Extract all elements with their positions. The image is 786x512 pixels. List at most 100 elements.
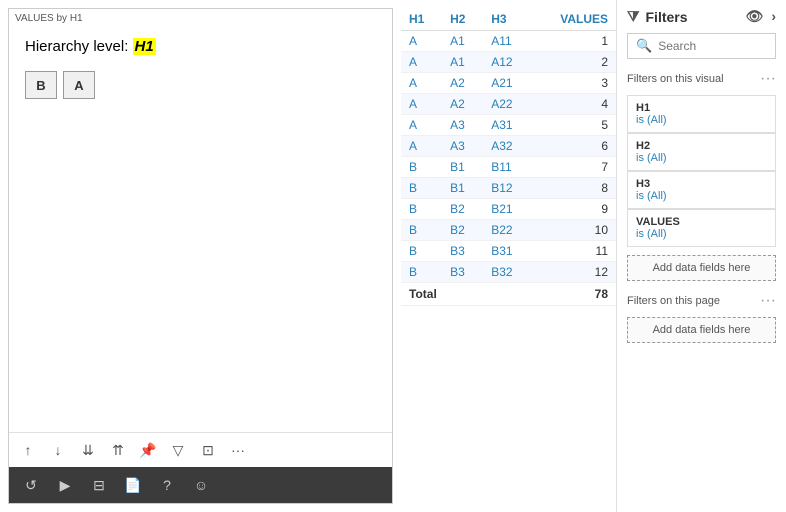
hierarchy-label: Hierarchy level: H1 [25, 38, 376, 55]
visual-content: Hierarchy level: H1 B A [9, 28, 392, 432]
visual-panel: VALUES by H1 Hierarchy level: H1 B A ↑ ↓… [8, 8, 393, 504]
toolbar-expand-icon[interactable]: ⊡ [197, 439, 219, 461]
cell-h2: B3 [442, 241, 483, 262]
dark-table-icon[interactable]: ⊟ [87, 473, 111, 497]
dark-bar: ↺ ▶ ⊟ 📄 ? ☺ [9, 467, 392, 503]
cell-val: 11 [532, 241, 616, 262]
search-input[interactable] [658, 39, 767, 53]
filter-card-title: H2 [636, 140, 767, 152]
cell-h3: B22 [483, 220, 532, 241]
filter-card-subtitle: is (All) [636, 114, 767, 126]
col-values: VALUES [532, 8, 616, 31]
table-row: B B2 B22 10 [401, 220, 616, 241]
filter-card[interactable]: H3 is (All) [627, 171, 776, 209]
cell-h1: A [401, 52, 442, 73]
cell-h1: A [401, 73, 442, 94]
cell-val: 6 [532, 136, 616, 157]
cell-h1: A [401, 94, 442, 115]
search-icon: 🔍 [636, 38, 652, 54]
cell-val: 3 [532, 73, 616, 94]
cell-h3: A22 [483, 94, 532, 115]
toolbar-double-down-icon[interactable]: ⇊ [77, 439, 99, 461]
cell-val: 9 [532, 199, 616, 220]
cell-h2: B3 [442, 262, 483, 283]
table-row: B B3 B31 11 [401, 241, 616, 262]
filters-on-page-label: Filters on this page ··· [627, 293, 776, 309]
toolbar-double-up-icon[interactable]: ⇈ [107, 439, 129, 461]
cell-h3: B32 [483, 262, 532, 283]
cell-val: 7 [532, 157, 616, 178]
button-b[interactable]: B [25, 71, 57, 99]
cell-val: 8 [532, 178, 616, 199]
cell-h3: B31 [483, 241, 532, 262]
cell-h2: A1 [442, 52, 483, 73]
cell-h2: B2 [442, 199, 483, 220]
cell-val: 10 [532, 220, 616, 241]
cell-h3: A32 [483, 136, 532, 157]
data-table: H1 H2 H3 VALUES A A1 A11 1 A A1 A12 2 A … [401, 8, 616, 306]
button-a[interactable]: A [63, 71, 95, 99]
dark-reset-icon[interactable]: ↺ [19, 473, 43, 497]
visual-section-dots[interactable]: ··· [760, 71, 776, 87]
cell-val: 5 [532, 115, 616, 136]
chevron-right-icon[interactable]: › [771, 8, 776, 25]
cell-val: 4 [532, 94, 616, 115]
table-row: A A2 A21 3 [401, 73, 616, 94]
table-row: A A3 A32 6 [401, 136, 616, 157]
cell-h1: B [401, 157, 442, 178]
cell-h3: B11 [483, 157, 532, 178]
cell-h3: B12 [483, 178, 532, 199]
filters-on-visual-label: Filters on this visual ··· [627, 71, 776, 87]
add-data-visual-btn[interactable]: Add data fields here [627, 255, 776, 281]
dark-play-icon[interactable]: ▶ [53, 473, 77, 497]
filter-card-title: H3 [636, 178, 767, 190]
cell-h2: A2 [442, 73, 483, 94]
table-total-row: Total 78 [401, 283, 616, 306]
add-data-page-btn[interactable]: Add data fields here [627, 317, 776, 343]
cell-h1: B [401, 199, 442, 220]
filters-header-icons: 👁 › [746, 8, 776, 25]
table-panel: H1 H2 H3 VALUES A A1 A11 1 A A1 A12 2 A … [401, 8, 616, 504]
visual-title: VALUES by H1 [9, 9, 392, 28]
cell-val: 1 [532, 31, 616, 52]
filter-card[interactable]: VALUES is (All) [627, 209, 776, 247]
toolbar-filter-icon[interactable]: ▽ [167, 439, 189, 461]
filter-card[interactable]: H2 is (All) [627, 133, 776, 171]
hierarchy-buttons: B A [25, 71, 376, 99]
cell-h1: B [401, 262, 442, 283]
toolbar-down-icon[interactable]: ↓ [47, 439, 69, 461]
toolbar-more-icon[interactable]: ··· [227, 439, 249, 461]
filter-card-title: H1 [636, 102, 767, 114]
dark-smiley-icon[interactable]: ☺ [189, 473, 213, 497]
table-row: A A1 A11 1 [401, 31, 616, 52]
search-box[interactable]: 🔍 [627, 33, 776, 59]
cell-h2: B2 [442, 220, 483, 241]
page-section-dots[interactable]: ··· [760, 293, 776, 309]
filter-card-title: VALUES [636, 216, 767, 228]
table-row: A A1 A12 2 [401, 52, 616, 73]
filter-card-subtitle: is (All) [636, 152, 767, 164]
cell-val: 12 [532, 262, 616, 283]
toolbar-up-icon[interactable]: ↑ [17, 439, 39, 461]
dark-doc-icon[interactable]: 📄 [121, 473, 145, 497]
toolbar-pin-icon[interactable]: 📌 [137, 439, 159, 461]
cell-h3: A31 [483, 115, 532, 136]
cell-h1: B [401, 178, 442, 199]
dark-help-icon[interactable]: ? [155, 473, 179, 497]
table-row: A A3 A31 5 [401, 115, 616, 136]
cell-h3: A11 [483, 31, 532, 52]
col-h2: H2 [442, 8, 483, 31]
cell-h3: B21 [483, 199, 532, 220]
cell-h2: A3 [442, 136, 483, 157]
cell-h2: B1 [442, 157, 483, 178]
filter-card[interactable]: H1 is (All) [627, 95, 776, 133]
filter-cards-container: H1 is (All) H2 is (All) H3 is (All) VALU… [627, 95, 776, 247]
filter-card-subtitle: is (All) [636, 190, 767, 202]
cell-h3: A21 [483, 73, 532, 94]
table-row: B B3 B32 12 [401, 262, 616, 283]
filters-title: Filters [646, 9, 688, 25]
eye-icon[interactable]: 👁 [746, 8, 764, 25]
cell-val: 2 [532, 52, 616, 73]
total-label: Total [401, 283, 532, 306]
visual-toolbar: ↑ ↓ ⇊ ⇈ 📌 ▽ ⊡ ··· [9, 432, 392, 467]
